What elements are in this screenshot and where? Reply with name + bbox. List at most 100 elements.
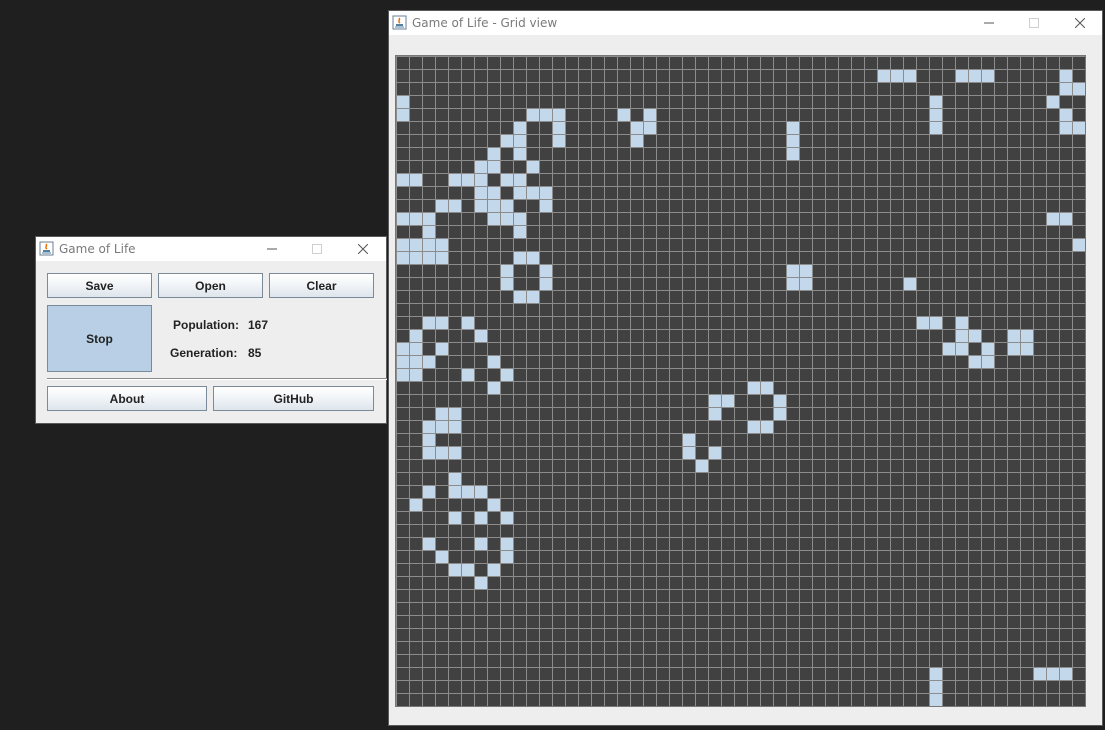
alive-cell[interactable] bbox=[487, 212, 500, 225]
alive-cell[interactable] bbox=[500, 134, 513, 147]
alive-cell[interactable] bbox=[513, 173, 526, 186]
alive-cell[interactable] bbox=[682, 433, 695, 446]
alive-cell[interactable] bbox=[422, 446, 435, 459]
alive-cell[interactable] bbox=[435, 446, 448, 459]
alive-cell[interactable] bbox=[903, 277, 916, 290]
alive-cell[interactable] bbox=[513, 225, 526, 238]
alive-cell[interactable] bbox=[500, 199, 513, 212]
alive-cell[interactable] bbox=[1020, 342, 1033, 355]
alive-cell[interactable] bbox=[513, 186, 526, 199]
stop-button[interactable]: Stop bbox=[47, 305, 152, 372]
alive-cell[interactable] bbox=[526, 108, 539, 121]
alive-cell[interactable] bbox=[500, 173, 513, 186]
alive-cell[interactable] bbox=[786, 277, 799, 290]
alive-cell[interactable] bbox=[981, 69, 994, 82]
alive-cell[interactable] bbox=[1020, 329, 1033, 342]
alive-cell[interactable] bbox=[955, 69, 968, 82]
alive-cell[interactable] bbox=[1059, 108, 1072, 121]
alive-cell[interactable] bbox=[422, 485, 435, 498]
alive-cell[interactable] bbox=[448, 199, 461, 212]
clear-button[interactable]: Clear bbox=[269, 273, 374, 298]
control-titlebar[interactable]: Game of Life bbox=[36, 237, 386, 261]
alive-cell[interactable] bbox=[474, 485, 487, 498]
alive-cell[interactable] bbox=[474, 576, 487, 589]
alive-cell[interactable] bbox=[396, 355, 409, 368]
alive-cell[interactable] bbox=[955, 329, 968, 342]
alive-cell[interactable] bbox=[539, 277, 552, 290]
alive-cell[interactable] bbox=[409, 238, 422, 251]
alive-cell[interactable] bbox=[409, 173, 422, 186]
alive-cell[interactable] bbox=[448, 511, 461, 524]
alive-cell[interactable] bbox=[474, 160, 487, 173]
open-button[interactable]: Open bbox=[158, 273, 263, 298]
alive-cell[interactable] bbox=[1046, 212, 1059, 225]
alive-cell[interactable] bbox=[877, 69, 890, 82]
alive-cell[interactable] bbox=[448, 446, 461, 459]
alive-cell[interactable] bbox=[500, 212, 513, 225]
alive-cell[interactable] bbox=[422, 316, 435, 329]
alive-cell[interactable] bbox=[513, 251, 526, 264]
alive-cell[interactable] bbox=[435, 316, 448, 329]
alive-cell[interactable] bbox=[409, 342, 422, 355]
alive-cell[interactable] bbox=[552, 121, 565, 134]
alive-cell[interactable] bbox=[435, 199, 448, 212]
alive-cell[interactable] bbox=[630, 134, 643, 147]
alive-cell[interactable] bbox=[760, 420, 773, 433]
alive-cell[interactable] bbox=[929, 95, 942, 108]
alive-cell[interactable] bbox=[422, 355, 435, 368]
alive-cell[interactable] bbox=[422, 420, 435, 433]
alive-cell[interactable] bbox=[981, 342, 994, 355]
alive-cell[interactable] bbox=[643, 121, 656, 134]
alive-cell[interactable] bbox=[773, 394, 786, 407]
alive-cell[interactable] bbox=[422, 212, 435, 225]
alive-cell[interactable] bbox=[487, 186, 500, 199]
alive-cell[interactable] bbox=[409, 212, 422, 225]
alive-cell[interactable] bbox=[526, 186, 539, 199]
alive-cell[interactable] bbox=[448, 407, 461, 420]
alive-cell[interactable] bbox=[435, 342, 448, 355]
alive-cell[interactable] bbox=[1046, 667, 1059, 680]
alive-cell[interactable] bbox=[500, 277, 513, 290]
alive-cell[interactable] bbox=[448, 472, 461, 485]
close-button[interactable] bbox=[340, 237, 385, 261]
alive-cell[interactable] bbox=[409, 251, 422, 264]
alive-cell[interactable] bbox=[760, 381, 773, 394]
alive-cell[interactable] bbox=[409, 368, 422, 381]
alive-cell[interactable] bbox=[539, 186, 552, 199]
alive-cell[interactable] bbox=[617, 108, 630, 121]
alive-cell[interactable] bbox=[786, 264, 799, 277]
alive-cell[interactable] bbox=[396, 212, 409, 225]
alive-cell[interactable] bbox=[708, 446, 721, 459]
alive-cell[interactable] bbox=[487, 147, 500, 160]
alive-cell[interactable] bbox=[409, 329, 422, 342]
alive-cell[interactable] bbox=[799, 277, 812, 290]
alive-cell[interactable] bbox=[422, 238, 435, 251]
alive-cell[interactable] bbox=[539, 199, 552, 212]
close-button[interactable] bbox=[1057, 11, 1102, 35]
alive-cell[interactable] bbox=[708, 407, 721, 420]
alive-cell[interactable] bbox=[409, 355, 422, 368]
alive-cell[interactable] bbox=[487, 160, 500, 173]
alive-cell[interactable] bbox=[487, 381, 500, 394]
alive-cell[interactable] bbox=[539, 264, 552, 277]
alive-cell[interactable] bbox=[513, 121, 526, 134]
alive-cell[interactable] bbox=[500, 511, 513, 524]
about-button[interactable]: About bbox=[47, 386, 207, 411]
alive-cell[interactable] bbox=[487, 563, 500, 576]
alive-cell[interactable] bbox=[474, 329, 487, 342]
alive-cell[interactable] bbox=[474, 173, 487, 186]
alive-cell[interactable] bbox=[916, 316, 929, 329]
alive-cell[interactable] bbox=[513, 212, 526, 225]
life-grid[interactable] bbox=[395, 55, 1086, 707]
alive-cell[interactable] bbox=[396, 95, 409, 108]
alive-cell[interactable] bbox=[747, 381, 760, 394]
alive-cell[interactable] bbox=[799, 264, 812, 277]
alive-cell[interactable] bbox=[422, 537, 435, 550]
alive-cell[interactable] bbox=[968, 69, 981, 82]
alive-cell[interactable] bbox=[1072, 238, 1085, 251]
alive-cell[interactable] bbox=[526, 290, 539, 303]
save-button[interactable]: Save bbox=[47, 273, 152, 298]
alive-cell[interactable] bbox=[461, 173, 474, 186]
alive-cell[interactable] bbox=[435, 407, 448, 420]
alive-cell[interactable] bbox=[513, 134, 526, 147]
